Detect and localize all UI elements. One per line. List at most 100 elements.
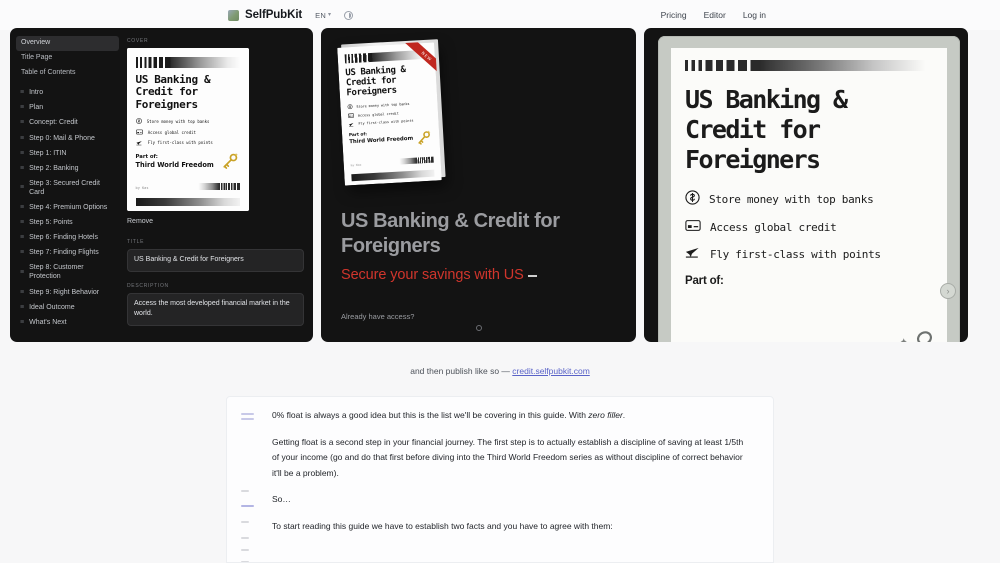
panel-editor-screenshot: Overview Title Page Table of Contents ≡ I… <box>10 28 313 342</box>
drag-handle-icon[interactable]: ≡ <box>20 219 24 226</box>
published-site-link[interactable]: credit.selfpubkit.com <box>512 366 589 376</box>
next-page-button[interactable]: › <box>940 283 956 299</box>
barcode-icon <box>395 156 435 165</box>
key-icon <box>219 151 240 177</box>
drag-handle-icon[interactable]: ≡ <box>20 204 24 211</box>
toc-chapter-item[interactable]: ≡ Step 2: Banking <box>16 161 119 176</box>
toc-chapter-item[interactable]: ≡ Step 4: Premium Options <box>16 200 119 215</box>
panel-device-preview: US Banking & Credit for Foreigners Store… <box>644 28 968 342</box>
drag-handle-icon[interactable]: ≡ <box>20 89 24 96</box>
toc-chapter-item[interactable]: ≡ Step 3: Secured Credit Card <box>16 176 119 200</box>
cover-thumbnail[interactable]: US Banking & Credit for Foreigners Store… <box>127 48 249 211</box>
paragraph: So… <box>272 494 291 505</box>
toc-chapter-item[interactable]: ≡ Step 6: Finding Hotels <box>16 230 119 245</box>
cover-title-line-2: Credit for <box>685 115 821 144</box>
cover-author: by Kas <box>350 162 362 168</box>
dollar-coin-icon <box>135 118 142 125</box>
cover-title-line-3: Foreigners <box>135 97 199 111</box>
toc-chapter-item[interactable]: ≡ Step 0: Mail & Phone <box>16 131 119 146</box>
already-have-access-link[interactable]: Already have access? <box>341 312 414 321</box>
cover-art-small: US Banking & Credit for Foreigners Store… <box>127 48 249 211</box>
cover-bullet-text: Access global credit <box>357 111 399 118</box>
toc-chapter-list: ≡ Intro ≡ Plan ≡ Concept: Credit ≡ Step 0: Mail… <box>16 85 119 330</box>
theme-toggle-icon[interactable] <box>344 10 354 20</box>
toc-chapter-item[interactable]: ≡ Intro <box>16 85 119 100</box>
cover-bullet-text: Store money with top banks <box>146 118 210 124</box>
cover-title-mockup: US Banking & Credit for Foreigners <box>345 64 430 99</box>
paragraph: Getting float is a second step in your f… <box>272 436 744 478</box>
toc-chapter-item[interactable]: ≡ Plan <box>16 100 119 115</box>
chevron-down-icon: ▾ <box>327 12 332 18</box>
text-cursor-icon <box>527 275 537 277</box>
drag-handle-icon[interactable]: ≡ <box>20 269 24 276</box>
primary-nav: Pricing Editor Log in <box>661 10 766 20</box>
title-field-label: TITLE <box>127 239 145 245</box>
toc-chapter-item[interactable]: ≡ Concept: Credit <box>16 115 119 130</box>
drag-handle-icon[interactable]: ≡ <box>20 319 24 326</box>
nav-link-login[interactable]: Log in <box>743 10 766 20</box>
toc-chapter-label: Intro <box>29 89 44 97</box>
book-mockup-3d: US Banking & Credit for Foreigners Store… <box>337 39 446 186</box>
toc-chapter-item[interactable]: ≡ Step 1: ITIN <box>16 146 119 161</box>
gutter-mark[interactable] <box>241 418 254 420</box>
toc-chapter-item[interactable]: ≡ Step 9: Right Behavior <box>16 285 119 300</box>
toc-item-table-of-contents[interactable]: Table of Contents <box>16 66 119 81</box>
cover-bullet-text: Store money with top banks <box>356 101 410 109</box>
cover-title-small: US Banking & Credit for Foreigners <box>135 73 241 111</box>
toc-chapter-label: Step 8: Customer Protection <box>29 264 84 281</box>
carousel-dot-icon[interactable] <box>475 325 482 331</box>
cover-title-line-3: Foreigners <box>685 145 821 174</box>
cover-barcode-top-icon <box>685 60 933 71</box>
drag-handle-icon[interactable]: ≡ <box>20 165 24 172</box>
editor-toc-sidebar: Overview Title Page Table of Contents ≡ I… <box>10 28 125 342</box>
toc-chapter-label: Concept: Credit <box>29 119 78 127</box>
cover-title-line-2: Credit for <box>135 85 199 99</box>
toc-item-overview[interactable]: Overview <box>16 36 119 51</box>
drag-handle-icon[interactable]: ≡ <box>20 184 24 191</box>
drag-handle-icon[interactable]: ≡ <box>20 234 24 241</box>
nav-link-editor[interactable]: Editor <box>704 10 726 20</box>
toc-chapter-item[interactable]: ≡ What's Next <box>16 315 119 330</box>
cover-bullet-text: Fly first-class with points <box>358 119 414 127</box>
description-input[interactable]: Access the most developed financial mark… <box>127 292 304 326</box>
language-selector[interactable]: EN ▾ <box>315 11 331 20</box>
toc-chapter-label: Step 5: Points <box>29 219 73 227</box>
showcase-strip: Overview Title Page Table of Contents ≡ I… <box>0 28 1000 342</box>
toc-chapter-item[interactable]: ≡ Step 7: Finding Flights <box>16 245 119 260</box>
cover-barcode-top-icon <box>344 49 429 64</box>
gutter-mark[interactable] <box>241 521 249 523</box>
drag-handle-icon[interactable]: ≡ <box>20 289 24 296</box>
cover-spine-gradient <box>135 198 241 206</box>
paragraph-text: 0% float is always a good idea but this … <box>272 410 589 420</box>
barcode-icon <box>194 183 241 191</box>
toc-item-title-page[interactable]: Title Page <box>16 51 119 66</box>
gutter-mark[interactable] <box>241 505 254 507</box>
cover-title-line-1: US Banking & <box>685 85 848 114</box>
drag-handle-icon[interactable]: ≡ <box>20 104 24 111</box>
drag-handle-icon[interactable]: ≡ <box>20 150 24 157</box>
document-body[interactable]: 0% float is always a good idea but this … <box>272 397 773 562</box>
drag-handle-icon[interactable]: ≡ <box>20 304 24 311</box>
toc-chapter-label: Step 6: Finding Hotels <box>29 234 98 242</box>
gutter-mark[interactable] <box>241 490 249 492</box>
drag-handle-icon[interactable]: ≡ <box>20 135 24 142</box>
gutter-mark[interactable] <box>241 413 254 415</box>
title-input[interactable]: US Banking & Credit for Foreigners <box>127 249 304 272</box>
toc-chapter-item[interactable]: ≡ Ideal Outcome <box>16 300 119 315</box>
drag-handle-icon[interactable]: ≡ <box>20 249 24 256</box>
toc-chapter-label: Step 3: Secured Credit Card <box>29 179 100 196</box>
toc-chapter-item[interactable]: ≡ Step 5: Points <box>16 215 119 230</box>
gutter-mark[interactable] <box>241 549 249 551</box>
document-editor[interactable]: 0% float is always a good idea but this … <box>226 396 774 563</box>
brand[interactable]: SelfPubKit EN ▾ <box>228 9 354 21</box>
toc-chapter-item[interactable]: ≡ Step 8: Customer Protection <box>16 260 119 284</box>
airplane-icon <box>348 122 354 127</box>
nav-link-pricing[interactable]: Pricing <box>661 10 687 20</box>
drag-handle-icon[interactable]: ≡ <box>20 119 24 126</box>
gutter-mark[interactable] <box>241 537 249 539</box>
cover-bullets-mockup: Store money with top banks Access global… <box>347 100 432 131</box>
book-front-face: US Banking & Credit for Foreigners Store… <box>337 42 442 186</box>
ereader-device-frame: US Banking & Credit for Foreigners Store… <box>658 36 960 342</box>
key-icon <box>414 129 433 153</box>
remove-cover-button[interactable]: Remove <box>127 218 304 225</box>
